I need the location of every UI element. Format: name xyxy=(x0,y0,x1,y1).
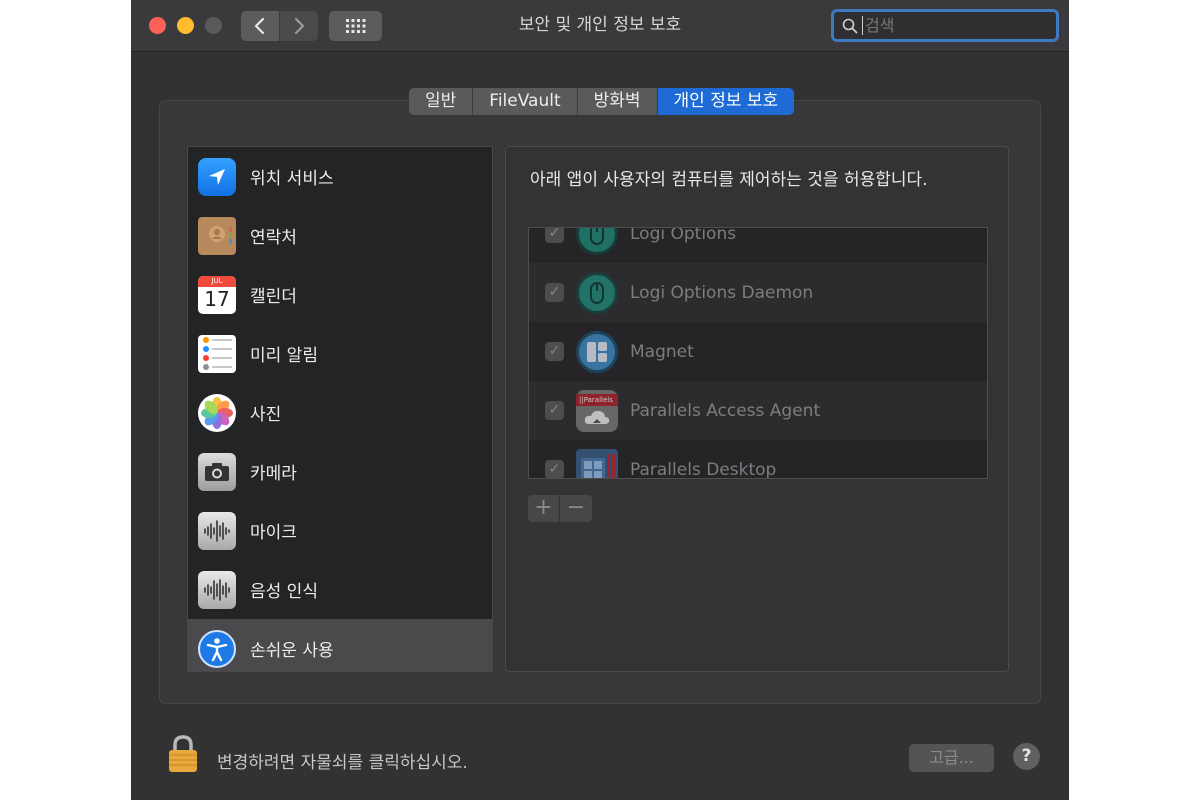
app-checkbox[interactable]: ✓ xyxy=(545,401,564,420)
list-item[interactable]: ✓ Parallels Desktop xyxy=(529,440,987,479)
add-app-button[interactable]: + xyxy=(528,495,560,522)
app-name: Logi Options Daemon xyxy=(630,282,814,303)
privacy-detail-pane: 아래 앱이 사용자의 컴퓨터를 제어하는 것을 허용합니다. ✓ Logi Op… xyxy=(505,146,1009,672)
privacy-category-list: 위치 서비스 연락처 JUL 17 캘린더 미리 알림 사진 카메라 마이크 음… xyxy=(187,146,493,672)
sidebar-item-microphone[interactable]: 마이크 xyxy=(188,501,492,560)
search-field[interactable] xyxy=(831,9,1059,42)
sidebar-item-label: 캘린더 xyxy=(250,287,297,307)
grid-icon xyxy=(345,19,365,33)
titlebar: 보안 및 개인 정보 보호 xyxy=(131,0,1069,52)
sidebar-item-label: 마이크 xyxy=(250,523,297,543)
sidebar-item-speech-recognition[interactable]: 음성 인식 xyxy=(188,560,492,619)
lock-icon[interactable] xyxy=(167,734,199,774)
sidebar-item-label: 위치 서비스 xyxy=(250,169,334,189)
sidebar-item-label: 카메라 xyxy=(250,464,297,484)
allowed-apps-list[interactable]: ✓ Logi Options ✓ Logi Options Daemon ✓ M… xyxy=(528,227,988,479)
sidebar-item-photos[interactable]: 사진 xyxy=(188,383,492,442)
app-checkbox[interactable]: ✓ xyxy=(545,342,564,361)
sidebar-item-label: 미리 알림 xyxy=(250,346,318,366)
list-item[interactable]: ✓ ||Parallels Parallels Access Agent xyxy=(529,381,987,440)
app-checkbox[interactable]: ✓ xyxy=(545,460,564,478)
microphone-waveform-icon xyxy=(198,511,236,550)
tab-filevault[interactable]: FileVault xyxy=(473,88,578,115)
reminders-icon xyxy=(198,334,236,373)
remove-app-button[interactable]: − xyxy=(560,495,592,522)
sidebar-item-reminders[interactable]: 미리 알림 xyxy=(188,324,492,383)
sidebar-item-label: 손쉬운 사용 xyxy=(250,641,334,661)
search-input[interactable] xyxy=(862,16,1032,35)
accessibility-icon xyxy=(198,629,236,668)
pane-description: 아래 앱이 사용자의 컴퓨터를 제어하는 것을 허용합니다. xyxy=(530,170,928,190)
logi-mouse-icon xyxy=(576,228,618,255)
show-all-button[interactable] xyxy=(329,11,382,41)
tab-firewall[interactable]: 방화벽 xyxy=(577,88,658,115)
contacts-icon xyxy=(198,216,236,255)
sidebar-item-location-services[interactable]: 위치 서비스 xyxy=(188,147,492,206)
back-button[interactable] xyxy=(241,11,279,41)
sidebar-item-label: 사진 xyxy=(250,405,282,425)
sidebar-item-accessibility[interactable]: 손쉬운 사용 xyxy=(188,619,492,671)
sidebar-item-contacts[interactable]: 연락처 xyxy=(188,206,492,265)
app-name: Parallels Desktop xyxy=(630,459,777,479)
tab-bar: 일반 FileVault 방화벽 개인 정보 보호 xyxy=(409,88,795,115)
minimize-window-button[interactable] xyxy=(177,17,194,34)
sidebar-item-camera[interactable]: 카메라 xyxy=(188,442,492,501)
parallels-access-icon: ||Parallels xyxy=(576,389,618,432)
close-window-button[interactable] xyxy=(149,17,166,34)
logi-mouse-icon xyxy=(576,271,618,314)
camera-icon xyxy=(198,452,236,491)
lock-message: 변경하려면 자물쇠를 클릭하십시오. xyxy=(217,753,468,773)
app-name: Logi Options xyxy=(630,227,737,244)
calendar-day: 17 xyxy=(204,286,230,311)
magnet-icon xyxy=(576,330,618,373)
app-checkbox[interactable]: ✓ xyxy=(545,228,564,243)
list-item[interactable]: ✓ Logi Options xyxy=(529,227,987,263)
add-remove-controls: + − xyxy=(528,495,592,522)
app-name: Magnet xyxy=(630,341,694,362)
zoom-window-button[interactable] xyxy=(205,17,222,34)
preferences-window: 보안 및 개인 정보 보호 일반 FileVault xyxy=(131,0,1069,800)
help-button[interactable]: ? xyxy=(1013,743,1040,770)
parallels-badge: ||Parallels xyxy=(576,393,618,406)
forward-button[interactable] xyxy=(280,11,318,41)
calendar-month: JUL xyxy=(198,275,236,287)
app-checkbox[interactable]: ✓ xyxy=(545,283,564,302)
calendar-icon: JUL 17 xyxy=(198,275,236,314)
tab-privacy[interactable]: 개인 정보 보호 xyxy=(657,88,795,115)
speech-recognition-waveform-icon xyxy=(198,570,236,609)
app-name: Parallels Access Agent xyxy=(630,400,821,421)
photos-icon xyxy=(198,393,236,432)
advanced-button[interactable]: 고급... xyxy=(909,744,994,772)
list-item[interactable]: ✓ Logi Options Daemon xyxy=(529,263,987,322)
search-icon xyxy=(842,18,858,33)
parallels-desktop-icon xyxy=(576,448,618,478)
sidebar-item-label: 음성 인식 xyxy=(250,582,318,602)
sidebar-item-calendar[interactable]: JUL 17 캘린더 xyxy=(188,265,492,324)
list-item[interactable]: ✓ Magnet xyxy=(529,322,987,381)
location-arrow-icon xyxy=(198,157,236,196)
chevron-left-icon xyxy=(254,17,265,35)
tab-general[interactable]: 일반 xyxy=(409,88,474,115)
chevron-right-icon xyxy=(294,17,305,35)
sidebar-item-label: 연락처 xyxy=(250,228,297,248)
